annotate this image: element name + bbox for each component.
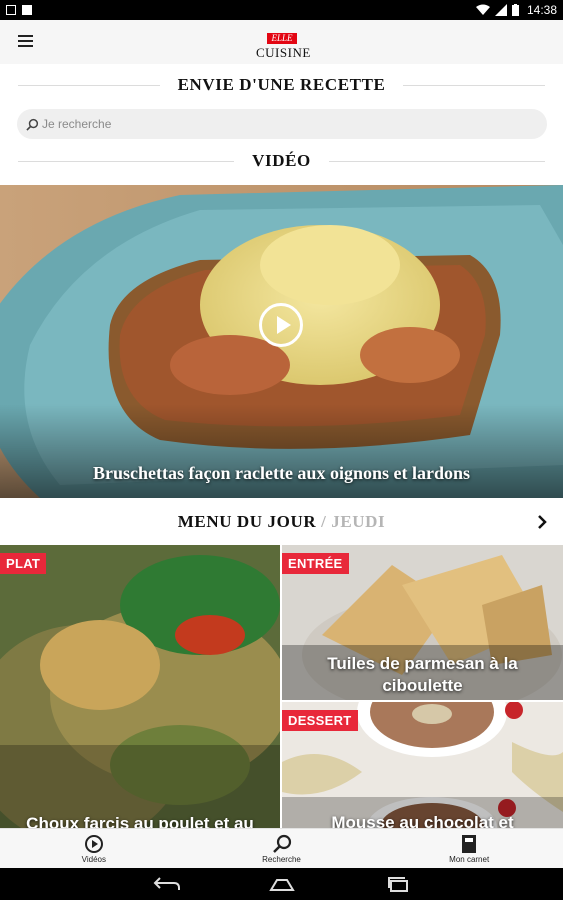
search-placeholder: Je recherche [42, 117, 112, 131]
play-circle-icon [84, 834, 103, 853]
play-button[interactable] [259, 303, 303, 347]
notification-icon [6, 5, 16, 15]
tab-videos[interactable]: Vidéos [0, 829, 188, 868]
elle-cuisine-logo[interactable]: ELLE CUISINE [256, 28, 310, 60]
recipe-card-dessert[interactable]: DESSERT Mousse au chocolat et [282, 702, 563, 828]
system-navigation-bar [0, 868, 563, 900]
search-icon [26, 118, 39, 131]
tab-mon-carnet[interactable]: Mon carnet [375, 829, 563, 868]
notebook-icon [462, 834, 477, 853]
recipe-title: Mousse au chocolat et [331, 813, 514, 828]
recipe-title: Choux farcis au poulet et au [26, 814, 254, 828]
home-icon[interactable] [267, 875, 297, 893]
chevron-right-icon[interactable] [535, 515, 549, 529]
back-icon[interactable] [152, 875, 182, 893]
section-title: ENVIE D'UNE RECETTE [177, 75, 386, 94]
app-screen: 14:38 ELLE CUISINE ENVIE D'UNE RECETTE J… [0, 0, 563, 900]
video-title[interactable]: Bruschettas façon raclette aux oignons e… [0, 463, 563, 484]
search-icon [272, 834, 291, 853]
wifi-icon [475, 4, 490, 15]
tab-label: Mon carnet [449, 854, 490, 864]
search-section-heading: ENVIE D'UNE RECETTE [0, 75, 563, 95]
menu-du-jour-day: / JEUDI [321, 512, 386, 531]
tab-label: Recherche [262, 854, 301, 864]
recent-apps-icon[interactable] [383, 875, 413, 893]
notification-icon [22, 5, 32, 15]
tab-recherche[interactable]: Recherche [188, 829, 376, 868]
recipe-card-plat[interactable]: PLAT Choux farcis au poulet et au [0, 545, 280, 828]
hamburger-menu-icon[interactable] [18, 35, 33, 47]
bottom-tab-bar: Vidéos Recherche Mon carnet [0, 828, 563, 868]
section-title: VIDÉO [252, 151, 311, 170]
clock: 14:38 [526, 3, 557, 17]
video-section-heading: VIDÉO [0, 151, 563, 171]
category-tag: ENTRÉE [282, 553, 349, 574]
app-bar: ELLE CUISINE [0, 20, 563, 64]
logo-badge: ELLE [267, 33, 297, 44]
category-tag: PLAT [0, 553, 47, 574]
recipe-image [0, 545, 280, 828]
menu-du-jour-heading: MENU DU JOUR / JEUDI [0, 512, 563, 538]
tab-label: Vidéos [81, 854, 106, 864]
logo-word: CUISINE [256, 45, 311, 60]
signal-icon [494, 4, 507, 16]
category-tag: DESSERT [282, 710, 358, 731]
menu-du-jour-title: MENU DU JOUR [177, 512, 317, 531]
battery-icon [511, 4, 519, 16]
recipe-title: Tuiles de parmesan à la ciboulette [327, 654, 518, 695]
search-input[interactable]: Je recherche [17, 109, 547, 139]
recipe-card-entree[interactable]: ENTRÉE Tuiles de parmesan à la ciboulett… [282, 545, 563, 700]
status-bar: 14:38 [0, 0, 563, 20]
